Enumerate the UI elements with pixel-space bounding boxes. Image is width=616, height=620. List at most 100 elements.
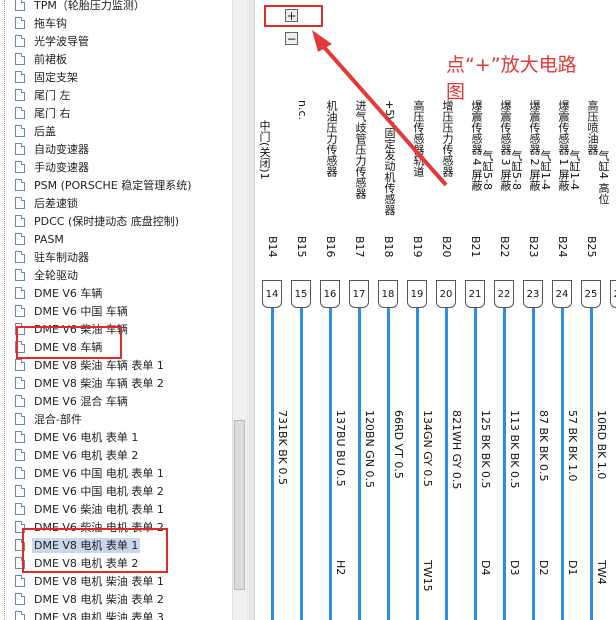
pin-number: 23 [526,289,540,300]
annotation-line-2: 图 [446,81,466,103]
tree-item-label: 前裙板 [34,53,67,66]
tree-item[interactable]: 固定支架 [0,69,232,87]
document-icon [15,143,25,155]
tree-item[interactable]: 混合-部件 [0,411,232,429]
document-icon [15,179,25,191]
tree-panel: TPM（轮胎压力监测） 拖车钩光学波导管前裙板固定支架尾门 左尾门 右后盖自动变速… [0,0,232,620]
wire-label: 821WH GY 0.5 [450,410,463,490]
tree-item[interactable]: DME V6 中国 电机 表单 2 [0,483,232,501]
tree-item-label: 拖车钩 [34,17,67,30]
document-icon [15,107,25,119]
wire [474,308,477,620]
tree-item[interactable]: DME V6 中国 车辆 [0,303,232,321]
wire-end-label: D4 [479,560,492,576]
tree-scroll-thumb[interactable] [234,420,245,590]
tree-item[interactable]: 后盖 [0,123,232,141]
pin-description: 高压传感器轨道 [412,100,425,177]
tree-item[interactable]: DME V6 电机 表单 2 [0,447,232,465]
document-icon [15,17,25,29]
zoom-out-button[interactable]: − [285,32,298,45]
wire [532,308,535,620]
tree-item[interactable]: TPM（轮胎压力监测） [0,0,232,15]
tree-item[interactable]: DME V8 柴油 车辆 表单 1 [0,357,232,375]
tree-item[interactable]: DME V6 中国 电机 表单 1 [0,465,232,483]
wire [416,308,419,620]
pin-number: 21 [468,289,482,300]
tree-item-label: DME V8 电机 柴油 表单 2 [34,593,164,606]
wire-label: 731BK BK 0.5 [276,410,289,486]
tree-item-label: 自动变速器 [34,143,89,156]
tree-item-label: DME V6 电机 表单 2 [34,449,139,462]
tree-item[interactable]: DME V6 电机 表单 1 [0,429,232,447]
wire [387,308,390,620]
document-icon [15,575,25,587]
tree-item[interactable]: 前裙板 [0,51,232,69]
tree-item[interactable]: 驻车制动器 [0,249,232,267]
tree-item[interactable]: PASM [0,231,232,249]
document-icon [15,503,25,515]
pin-number: 16 [323,289,337,300]
tree-item[interactable]: 后差速锁 [0,195,232,213]
pin-description-2: 气缸1-4 [568,150,581,190]
pin-number: 20 [439,289,453,300]
tree-item[interactable]: DME V6 混合 车辆 [0,393,232,411]
document-icon [15,89,25,101]
tree-item-label: DME V6 混合 车辆 [34,395,128,408]
wire-label: 87 BK BK 0.5 [537,410,550,482]
tree-item[interactable]: 光学波导管 [0,33,232,51]
tree-item[interactable]: 自动变速器 [0,141,232,159]
tree-item[interactable]: DME V8 电机 柴油 表单 1 [0,573,232,591]
tree-item-label: PASM [34,233,64,246]
wire-label: 120BN GN 0.5 [363,410,376,489]
tree-item-label: PDCC (保时捷动态 底盘控制) [34,215,180,228]
document-icon [15,215,25,227]
tree-item[interactable]: PSM (PORSCHE 稳定管理系统) [0,177,232,195]
wire [358,308,361,620]
tree-item[interactable]: PDCC (保时捷动态 底盘控制) [0,213,232,231]
pin-description-2: 气缸5-8 [481,150,494,190]
wire-end-label: H2 [334,560,347,576]
tree-item-label: 驻车制动器 [34,251,89,264]
tree-item[interactable]: 全轮驱动 [0,267,232,285]
tree-item-label: 全轮驱动 [34,269,78,282]
pin-code: B21 [469,236,482,258]
document-icon [15,395,25,407]
tree-item[interactable]: 尾门 右 [0,105,232,123]
pin-code: B22 [498,236,511,258]
highlight-dme-v8-vehicle [16,326,122,359]
pin-number: 14 [265,289,279,300]
tree-item[interactable]: DME V6 车辆 [0,285,232,303]
wire-end-label: D2 [537,560,550,576]
document-icon [15,593,25,605]
document-icon [15,359,25,371]
tree-item-label: DME V8 柴油 车辆 表单 2 [34,377,164,390]
pin-description: 机油压力传感器 [325,100,338,177]
tree-item-label: 固定支架 [34,71,78,84]
document-icon [15,305,25,317]
pin-code: B18 [382,236,395,258]
document-icon [15,233,25,245]
tree-item[interactable]: 尾门 左 [0,87,232,105]
pin-description: 进气歧管压力传感器 [354,100,367,199]
tree-item-label: 混合-部件 [34,413,82,426]
highlight-zoom-button [264,5,323,27]
panel-splitter[interactable] [247,0,255,620]
pin-description: 高压喷油器 [586,100,599,155]
document-icon [15,125,25,137]
document-icon [15,161,25,173]
tree-item-label: DME V8 柴油 车辆 表单 1 [34,359,164,372]
pin-code: B25 [585,236,598,258]
tree-item[interactable]: DME V8 柴油 车辆 表单 2 [0,375,232,393]
tree-item[interactable]: 拖车钩 [0,15,232,33]
pin-code: B24 [556,236,569,258]
pin-number: 26 [610,289,616,300]
tree-item[interactable]: 手动变速器 [0,159,232,177]
tree-item-label: DME V6 中国 车辆 [34,305,128,318]
tree-item[interactable]: DME V8 电机 柴油 表单 2 [0,591,232,609]
tree-item[interactable]: DME V8 电机 柴油 表单 3 [0,609,232,620]
wire-label: 113 BK BK 0.5 [508,410,521,489]
document-icon [15,269,25,281]
document-icon [15,197,25,209]
pin-code: B16 [324,236,337,258]
tree-item[interactable]: DME V6 柴油 电机 表单 1 [0,501,232,519]
